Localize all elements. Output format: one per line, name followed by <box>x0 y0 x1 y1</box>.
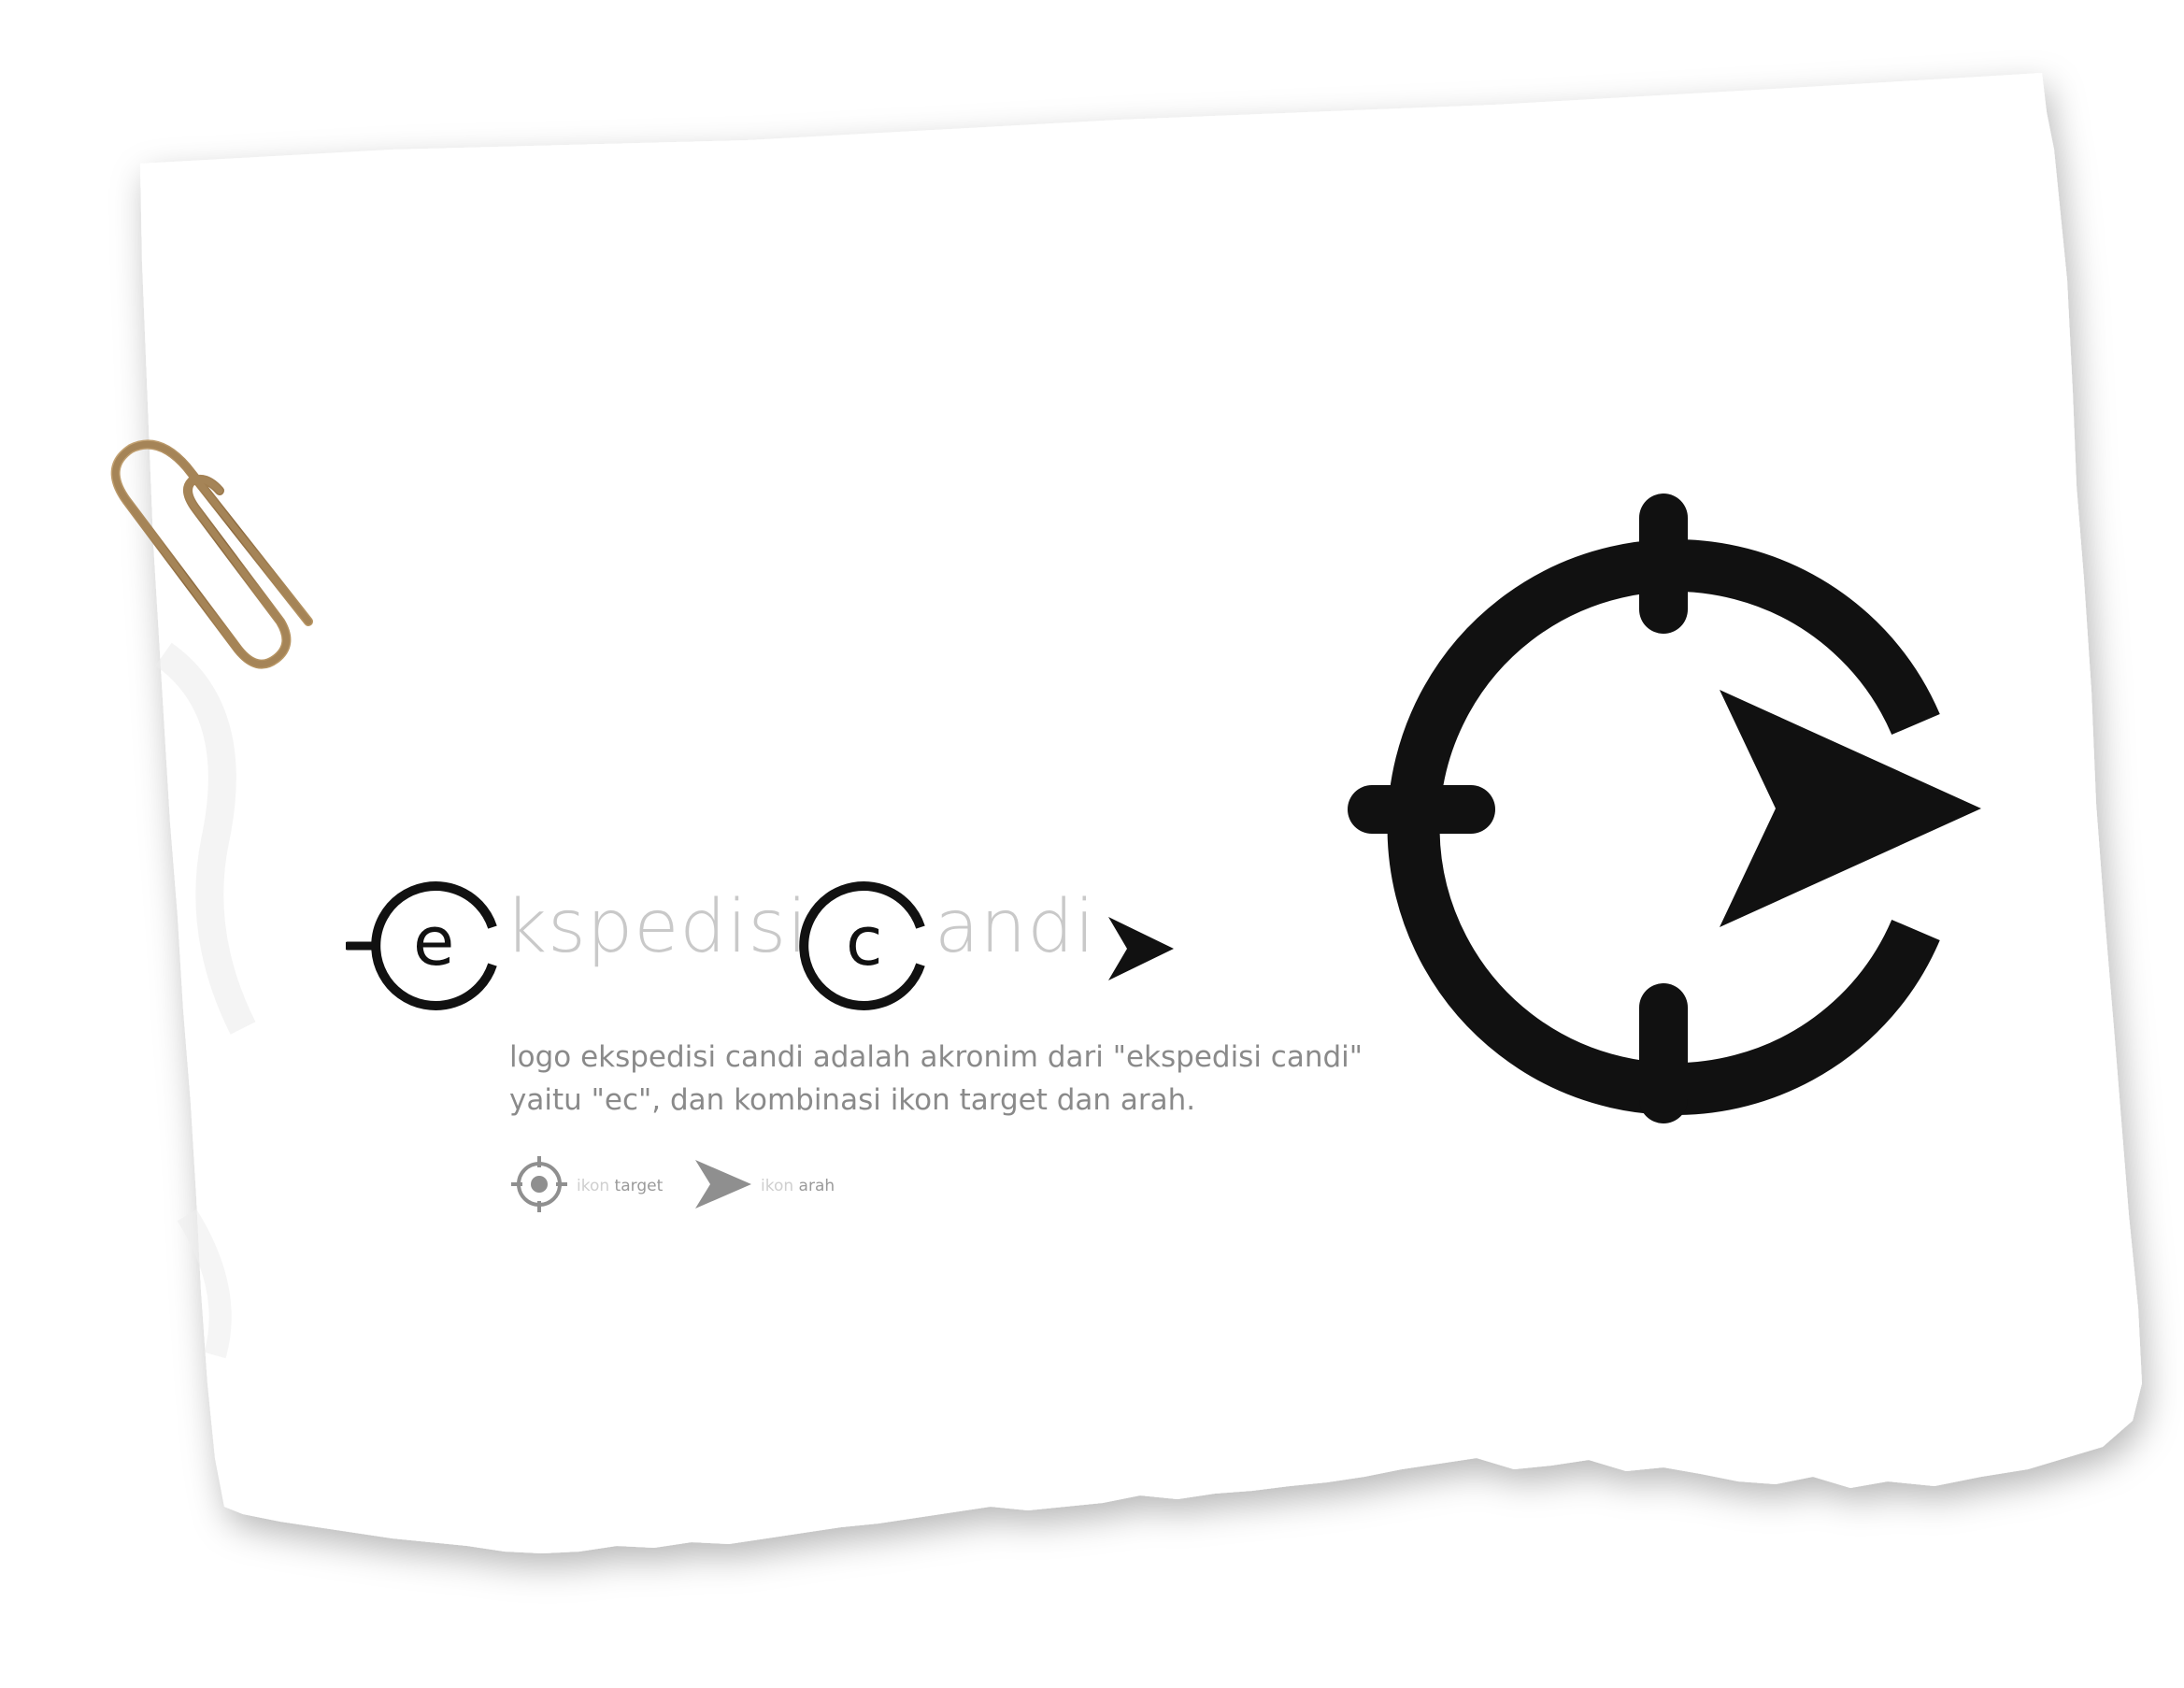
description-line-1: logo ekspedisi candi adalah akronim dari… <box>509 1040 1363 1074</box>
legend-target-name: target <box>614 1177 664 1195</box>
logo-description: logo ekspedisi candi adalah akronim dari… <box>509 1036 1363 1122</box>
legend-arrow-name: arah <box>798 1177 835 1195</box>
legend-arrow: ikon arah <box>692 1154 878 1220</box>
logo-letter-c: c <box>846 902 883 980</box>
direction-arrow-icon <box>1108 917 1174 980</box>
logo-mark-large-icon <box>1348 494 1981 1123</box>
logo-word-kspedisi: kspedisi <box>505 885 808 969</box>
legend-target-label: ikon target <box>577 1177 663 1195</box>
logo-wordmark: e kspedisi c andi <box>346 865 1206 1023</box>
legend-arrow-label: ikon arah <box>761 1177 835 1195</box>
description-line-2: yaitu "ec", dan kombinasi ikon target da… <box>509 1083 1196 1117</box>
arrow-icon <box>695 1160 751 1209</box>
legend-arrow-prefix: ikon <box>761 1177 794 1195</box>
target-icon <box>511 1156 567 1212</box>
paperclip-icon <box>110 439 313 669</box>
logo-letter-e: e <box>413 902 455 980</box>
logo-word-andi: andi <box>935 885 1096 969</box>
legend-target-prefix: ikon <box>577 1177 610 1195</box>
legend-target: ikon target <box>509 1154 696 1220</box>
